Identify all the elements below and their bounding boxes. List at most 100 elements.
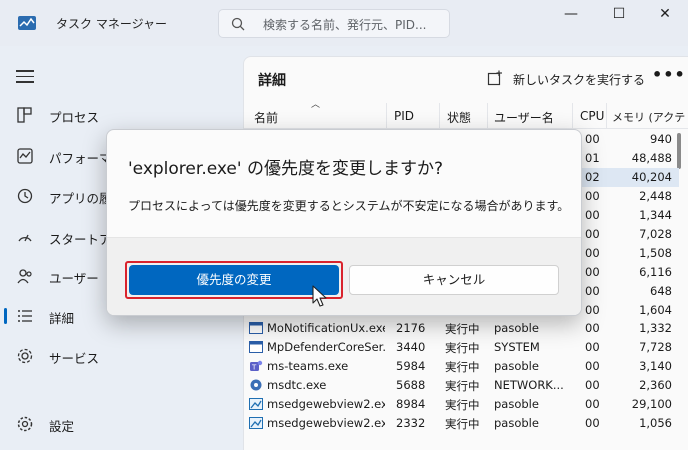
column-header-username[interactable]: ユーザー名 [494, 109, 554, 126]
column-header-cpu[interactable]: CPU [580, 109, 604, 123]
status-cell: 実行中 [445, 417, 480, 431]
webview-icon [249, 417, 263, 429]
minimize-button[interactable]: — [548, 6, 594, 28]
memory-cell: 1,604 [639, 303, 672, 317]
memory-cell: 940 [650, 132, 672, 146]
cpu-cell: 00 [585, 359, 600, 373]
memory-cell: 7,728 [639, 340, 672, 354]
sidebar-item-label: ユーザー [49, 271, 99, 286]
memory-cell: 6,116 [639, 265, 672, 279]
sidebar-item-users[interactable]: ユーザー [0, 256, 106, 296]
hamburger-menu-icon[interactable] [16, 70, 34, 87]
table-header: ︿ 名前 PID 状態 ユーザー名 CPU メモリ (アクテ [244, 100, 688, 129]
cpu-cell: 00 [585, 378, 600, 392]
memory-cell: 40,204 [631, 170, 672, 184]
table-row[interactable]: msedgewebview2.exe 8984 実行中 pasoble 00 2… [244, 395, 679, 414]
status-cell: 実行中 [445, 398, 480, 412]
sidebar-item-details[interactable]: 詳細 [0, 296, 106, 336]
user-cell: NETWORK... [494, 378, 564, 392]
status-cell: 実行中 [445, 322, 480, 336]
sidebar-item-label: スタートア [49, 232, 112, 247]
user-cell: pasoble [494, 321, 539, 335]
memory-cell: 2,360 [639, 378, 672, 392]
memory-cell: 1,332 [639, 321, 672, 335]
pid-cell: 5688 [396, 378, 426, 392]
services-icon [17, 348, 33, 364]
status-cell: 実行中 [445, 360, 480, 374]
close-button[interactable]: ✕ [642, 6, 688, 28]
memory-cell: 29,100 [631, 397, 672, 411]
mouse-cursor-icon [312, 285, 327, 307]
sidebar-item-label: アプリの履 [49, 191, 112, 206]
process-name: MpDefenderCoreSer... [267, 340, 385, 354]
cpu-cell: 00 [585, 265, 600, 279]
status-cell: 実行中 [445, 341, 480, 355]
cpu-cell: 02 [585, 170, 600, 184]
task-manager-app-icon [18, 16, 36, 30]
sidebar-item-processes[interactable]: プロセス [0, 95, 106, 135]
new-task-icon[interactable] [487, 70, 503, 86]
process-name: msedgewebview2.exe [267, 416, 385, 430]
cpu-cell: 00 [585, 321, 600, 335]
table-row[interactable]: msedgewebview2.exe 2332 実行中 pasoble 00 1… [244, 414, 679, 433]
sidebar-item-label: サービス [49, 351, 100, 366]
table-row[interactable]: MoNotificationUx.exe 2176 実行中 pasoble 00… [244, 319, 679, 338]
sidebar-item-app-history[interactable]: アプリの履 [0, 176, 112, 216]
processes-icon [17, 107, 32, 123]
pid-cell: 2332 [396, 416, 426, 430]
process-name: msedgewebview2.exe [267, 397, 385, 411]
pid-cell: 5984 [396, 359, 426, 373]
user-cell: SYSTEM [494, 340, 540, 354]
memory-cell: 1,344 [639, 208, 672, 222]
user-cell: pasoble [494, 397, 539, 411]
dialog-message: プロセスによっては優先度を変更するとシステムが不安定になる場合があります。 [128, 199, 570, 213]
pid-cell: 3440 [396, 340, 426, 354]
cpu-cell: 00 [585, 397, 600, 411]
table-row[interactable]: MpDefenderCoreSer... 3440 実行中 SYSTEM 00 … [244, 338, 679, 357]
sidebar-item-startup[interactable]: スタートア [0, 217, 112, 257]
maximize-button[interactable]: ☐ [596, 6, 642, 28]
app-history-icon [17, 188, 33, 204]
memory-cell: 648 [650, 284, 672, 298]
table-row[interactable]: T ms-teams.exe 5984 実行中 pasoble 00 3,140 [244, 357, 679, 376]
sidebar-item-performance[interactable]: パフォーマン [0, 136, 124, 176]
change-priority-dialog: 'explorer.exe' の優先度を変更しますか? プロセスによっては優先度… [106, 129, 582, 316]
status-cell: 実行中 [445, 379, 480, 393]
process-name: msdtc.exe [267, 378, 327, 392]
cancel-button[interactable]: キャンセル [349, 265, 559, 295]
more-options-button[interactable]: ••• [652, 65, 686, 84]
column-header-status[interactable]: 状態 [447, 109, 471, 126]
memory-cell: 7,028 [639, 227, 672, 241]
user-cell: pasoble [494, 416, 539, 430]
cpu-cell: 00 [585, 284, 600, 298]
column-header-pid[interactable]: PID [394, 109, 414, 123]
column-header-memory[interactable]: メモリ (アクテ [612, 109, 685, 125]
dialog-footer: 優先度の変更 キャンセル [107, 237, 581, 315]
change-priority-button[interactable]: 優先度の変更 [129, 265, 339, 295]
svg-text:T: T [251, 364, 257, 372]
memory-cell: 1,056 [639, 416, 672, 430]
column-header-name[interactable]: 名前 [254, 109, 278, 126]
process-name: ms-teams.exe [267, 359, 349, 373]
sidebar-item-label: 設定 [49, 419, 75, 434]
page-title: 詳細 [258, 73, 286, 89]
new-task-button[interactable]: 新しいタスクを実行する [513, 71, 645, 88]
sidebar-item-settings[interactable]: 設定 [0, 404, 106, 444]
process-name: MoNotificationUx.exe [267, 321, 385, 335]
title-bar: タスク マネージャー 検索する名前、発行元、PID... — ☐ ✕ [0, 0, 688, 46]
app-window-icon [249, 322, 263, 334]
sidebar-item-services[interactable]: サービス [0, 336, 106, 376]
table-row[interactable]: msdtc.exe 5688 実行中 NETWORK... 00 2,360 [244, 376, 679, 395]
sort-ascending-icon: ︿ [311, 100, 321, 110]
search-box[interactable]: 検索する名前、発行元、PID... [218, 9, 450, 38]
cpu-cell: 01 [585, 151, 600, 165]
memory-cell: 2,448 [639, 189, 672, 203]
app-window-icon [249, 341, 263, 353]
active-indicator [4, 308, 7, 324]
details-icon [18, 310, 32, 322]
memory-cell: 48,488 [631, 151, 672, 165]
pid-cell: 8984 [396, 397, 426, 411]
cpu-cell: 00 [585, 246, 600, 260]
sidebar-item-label: 詳細 [49, 311, 75, 326]
users-icon [17, 269, 32, 284]
